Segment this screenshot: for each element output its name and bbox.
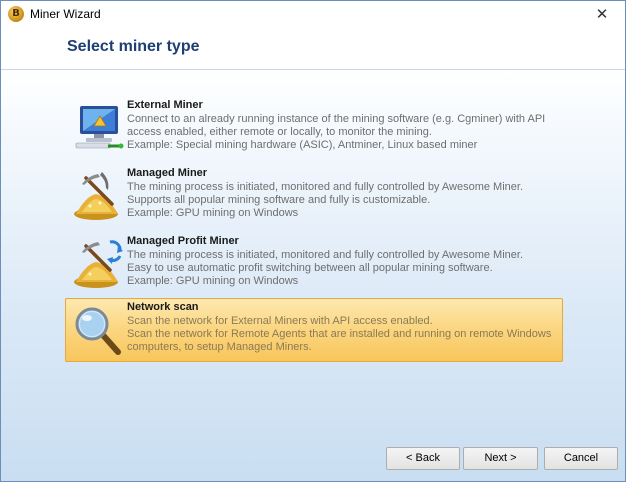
option-managed-profit-miner[interactable]: Managed Profit Miner The mining process … xyxy=(65,232,563,296)
pickaxe-gold-refresh-icon xyxy=(74,240,123,288)
app-icon-glyph: B xyxy=(12,8,20,19)
option-desc-line: Scan the network for Remote Agents that … xyxy=(127,328,552,340)
wizard-header: Select miner type xyxy=(1,27,625,70)
option-desc-line: The mining process is initiated, monitor… xyxy=(127,181,523,193)
option-network-scan[interactable]: Network scan Scan the network for Extern… xyxy=(65,298,563,362)
option-desc-line: Example: Special mining hardware (ASIC),… xyxy=(127,139,478,151)
page-title: Select miner type xyxy=(67,38,200,55)
option-desc-line: Example: GPU mining on Windows xyxy=(127,207,299,219)
option-desc-line: The mining process is initiated, monitor… xyxy=(127,249,523,261)
close-icon[interactable]: ✕ xyxy=(579,1,625,27)
back-button[interactable]: < Back xyxy=(386,447,460,470)
option-title: Managed Miner xyxy=(127,167,208,179)
wizard-window: B Miner Wizard ✕ Select miner type Exter… xyxy=(0,0,626,482)
option-description: The mining process is initiated, monitor… xyxy=(127,181,557,220)
cancel-button[interactable]: Cancel xyxy=(544,447,618,470)
option-desc-line: computers, to setup Managed Miners. xyxy=(127,341,312,353)
title-bar: B Miner Wizard ✕ xyxy=(1,1,625,27)
option-desc-line: Example: GPU mining on Windows xyxy=(127,275,299,287)
option-title: Network scan xyxy=(127,301,199,313)
option-desc-line: Supports all popular mining software and… xyxy=(127,194,431,206)
option-desc-line: Connect to an already running instance o… xyxy=(127,113,546,125)
computer-monitor-icon xyxy=(75,106,124,149)
option-managed-miner[interactable]: Managed Miner The mining process is init… xyxy=(65,164,563,228)
option-desc-line: Scan the network for External Miners wit… xyxy=(127,315,433,327)
option-desc-line: Easy to use automatic profit switching b… xyxy=(127,262,493,274)
bitcoin-app-icon: B xyxy=(8,6,24,22)
magnifier-icon xyxy=(75,307,121,355)
option-description: Scan the network for External Miners wit… xyxy=(127,315,557,354)
option-title: External Miner xyxy=(127,99,203,111)
option-desc-line: access enabled, either remote or locally… xyxy=(127,126,432,138)
option-external-miner[interactable]: External Miner Connect to an already run… xyxy=(65,96,563,160)
window-title: Miner Wizard xyxy=(30,7,101,21)
option-title: Managed Profit Miner xyxy=(127,235,239,247)
option-description: Connect to an already running instance o… xyxy=(127,113,557,152)
pickaxe-gold-icon xyxy=(74,172,118,220)
option-description: The mining process is initiated, monitor… xyxy=(127,249,557,288)
next-button[interactable]: Next > xyxy=(463,447,538,470)
